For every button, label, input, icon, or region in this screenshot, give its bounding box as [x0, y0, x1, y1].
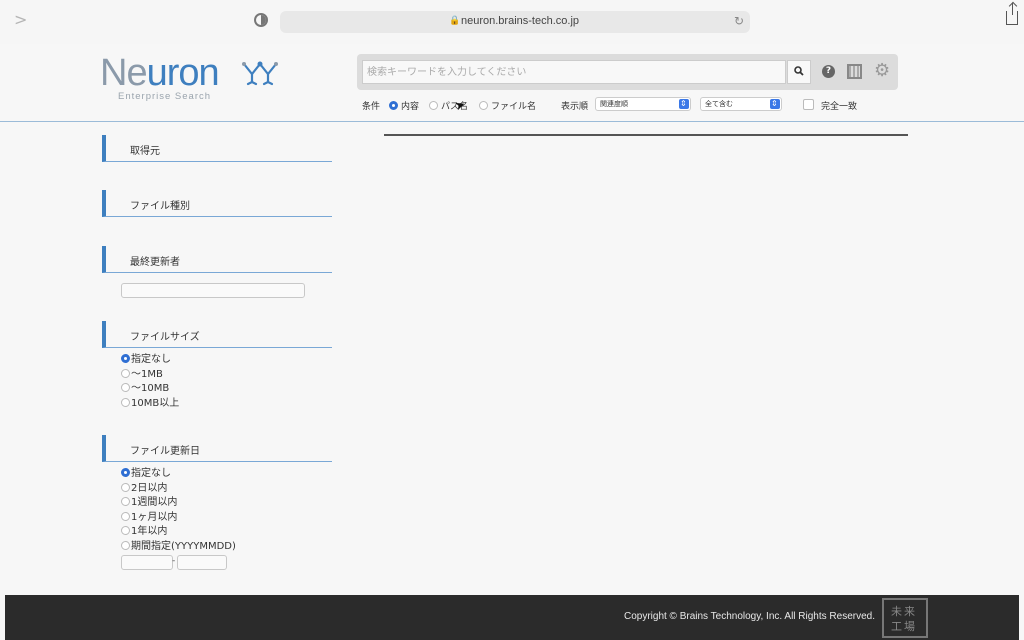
neuron-mark-icon	[242, 61, 278, 86]
gear-icon[interactable]: ⚙	[874, 61, 890, 81]
date-from-input[interactable]	[121, 555, 173, 570]
select-arrows-icon	[679, 98, 689, 110]
filesize-option[interactable]: 〜10MB	[121, 382, 179, 397]
filedate-option[interactable]: 1ヶ月以内	[121, 511, 236, 526]
radio-icon	[121, 497, 130, 507]
filedate-radio-group: 指定なし 2日以内 1週間以内 1ヶ月以内 1年以内 期間指定(YYYYMMDD…	[121, 467, 236, 555]
filesize-option[interactable]: 10MB以上	[121, 397, 179, 412]
address-bar[interactable]: 🔒 neuron.brains-tech.co.jp ↻	[280, 11, 750, 33]
radio-icon	[121, 540, 130, 550]
search-button[interactable]	[787, 60, 811, 84]
select-arrows-icon	[770, 98, 780, 110]
header-divider	[0, 121, 1024, 122]
sort-select[interactable]: 関連度順	[595, 97, 691, 111]
radio-selected-icon	[389, 101, 398, 110]
filesize-radio-group: 指定なし 〜1MB 〜10MB 10MB以上	[121, 353, 179, 411]
copyright-text: Copyright © Brains Technology, Inc. All …	[623, 611, 875, 622]
filedate-option[interactable]: 2日以内	[121, 482, 236, 497]
forward-arrow-icon[interactable]: >	[14, 10, 27, 29]
facet-filedate-heading: ファイル更新日	[102, 435, 332, 462]
filesize-option[interactable]: 指定なし	[121, 353, 179, 368]
target-filename-radio[interactable]: ファイル名	[479, 99, 536, 112]
filedate-option[interactable]: 期間指定(YYYYMMDD)	[121, 540, 236, 555]
search-icon	[794, 66, 804, 76]
search-input[interactable]	[362, 60, 786, 84]
radio-icon	[121, 368, 130, 378]
condition-label: 条件	[362, 102, 381, 112]
radio-icon	[121, 511, 130, 521]
radio-icon	[121, 383, 130, 393]
help-icon[interactable]: ?	[822, 65, 835, 78]
radio-icon	[121, 526, 130, 536]
facet-filetype-heading: ファイル種別	[102, 190, 332, 217]
results-divider	[384, 134, 908, 136]
reload-icon[interactable]: ↻	[734, 14, 744, 28]
radio-selected-icon	[121, 354, 130, 363]
radio-icon	[429, 101, 438, 110]
filedate-option[interactable]: 1年以内	[121, 525, 236, 540]
radio-icon	[121, 482, 130, 492]
browser-toolbar: > 🔒 neuron.brains-tech.co.jp ↻	[0, 0, 1024, 44]
exact-match-label: 完全一致	[821, 102, 858, 112]
exact-match-checkbox[interactable]	[803, 99, 814, 110]
date-to-input[interactable]	[177, 555, 227, 570]
neuron-logo[interactable]: Neuron Enterprise Search	[100, 54, 300, 104]
url-text: neuron.brains-tech.co.jp	[461, 15, 580, 27]
share-icon[interactable]	[1006, 3, 1018, 25]
logo-subtitle: Enterprise Search	[118, 91, 212, 102]
privacy-shield-icon[interactable]	[254, 13, 268, 27]
filedate-option[interactable]: 1週間以内	[121, 496, 236, 511]
filesize-option[interactable]: 〜1MB	[121, 368, 179, 383]
facet-updater-heading: 最終更新者	[102, 246, 332, 273]
radio-selected-icon	[121, 468, 130, 477]
qr-code-icon[interactable]	[847, 64, 862, 79]
lock-icon: 🔒	[449, 16, 461, 26]
date-range-separator: -	[172, 556, 176, 566]
search-options: 条件 内容 パス名 ファイル名 表示順 関連度順 全て含む 完全一致	[362, 97, 902, 113]
facet-filesize-heading: ファイルサイズ	[102, 321, 332, 348]
radio-icon	[121, 397, 130, 407]
page-footer: Copyright © Brains Technology, Inc. All …	[5, 595, 1019, 640]
radio-icon	[479, 101, 488, 110]
filedate-option[interactable]: 指定なし	[121, 467, 236, 482]
last-updater-input[interactable]	[121, 283, 305, 298]
search-panel: ? ⚙	[357, 54, 898, 90]
sort-label: 表示順	[561, 102, 589, 112]
target-content-radio[interactable]: 内容	[389, 99, 419, 112]
include-select[interactable]: 全て含む	[700, 97, 782, 111]
mirai-kojo-logo[interactable]: 未来 工場	[882, 598, 928, 638]
facet-source-heading: 取得元	[102, 135, 332, 162]
